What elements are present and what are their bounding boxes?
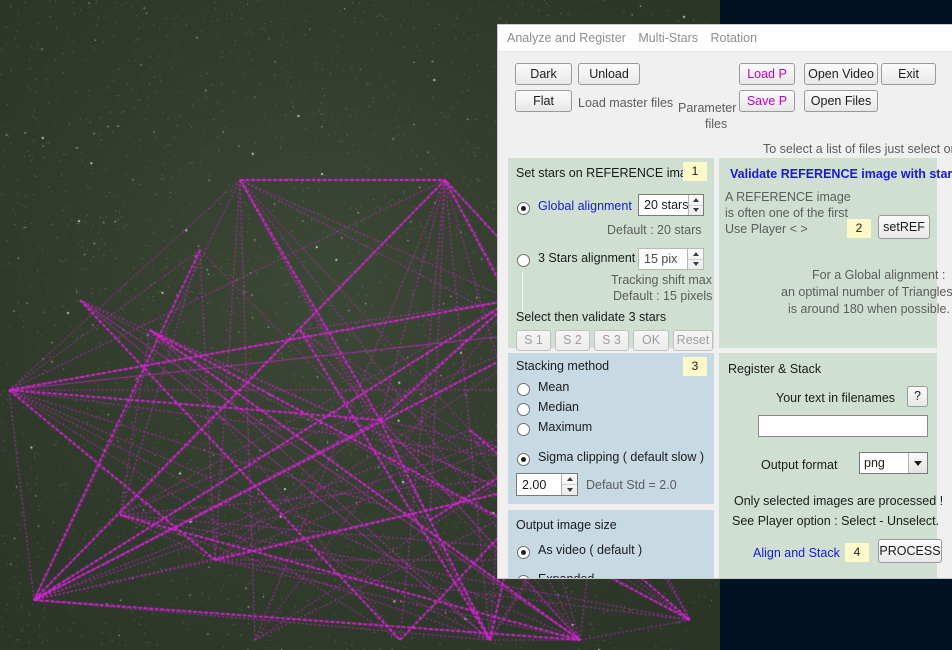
spin-up-icon[interactable] (689, 195, 703, 206)
reference-note-line3: Use Player < > (725, 222, 808, 236)
load-parameters-button[interactable]: Load P (739, 63, 795, 85)
align-and-stack-label[interactable]: Align and Stack (753, 546, 840, 560)
sigma-clipping-label: Sigma clipping ( default slow ) (538, 450, 704, 464)
load-master-files-label: Load master files (578, 96, 673, 110)
spin-down-icon[interactable] (689, 206, 703, 216)
flat-button[interactable]: Flat (515, 90, 572, 112)
register-stack-panel: Register & Stack Your text in filenames … (719, 353, 937, 578)
global-alignment-tip-line2: an optimal number of Triangles (781, 285, 952, 299)
as-video-label: As video ( default ) (538, 543, 642, 557)
stacking-method-title: Stacking method (516, 359, 609, 373)
global-stars-value: 20 stars (639, 198, 688, 212)
tracking-shift-note-line1: Tracking shift max (611, 273, 712, 287)
menu-item-multi-stars[interactable]: Multi-Stars (638, 31, 698, 45)
exit-button[interactable]: Exit (881, 63, 936, 85)
setref-button[interactable]: setREF (878, 215, 930, 239)
parameter-files-label-line2: files (705, 117, 727, 131)
spin-down-icon[interactable] (562, 485, 577, 495)
validate-reference-title[interactable]: Validate REFERENCE image with stars (730, 167, 952, 181)
spin-down-icon[interactable] (688, 260, 703, 270)
step-badge-2: 2 (847, 219, 871, 238)
register-stack-title: Register & Stack (728, 362, 821, 376)
output-format-label: Output format (761, 458, 837, 472)
median-radio[interactable] (517, 403, 530, 416)
select-star-2-button[interactable]: S 2 (555, 330, 590, 351)
global-stars-default-note: Default : 20 stars (607, 223, 702, 237)
menu-item-rotation[interactable]: Rotation (711, 31, 758, 45)
output-image-size-title: Output image size (516, 518, 617, 532)
spin-up-icon[interactable] (688, 249, 703, 260)
global-alignment-tip-line1: For a Global alignment : (812, 268, 945, 282)
process-button[interactable]: PROCESS (878, 539, 942, 563)
step-badge-3: 3 (683, 357, 707, 376)
maximum-label: Maximum (538, 420, 592, 434)
validate-reference-panel: Validate REFERENCE image with stars A RE… (719, 158, 937, 348)
global-alignment-tip-line3: is around 180 when possible. (788, 302, 950, 316)
reset-button[interactable]: Reset (673, 330, 713, 351)
as-video-radio[interactable] (517, 546, 530, 559)
group-indicator-line (522, 272, 523, 312)
parameter-files-label-line1: Parameter (678, 101, 736, 115)
filename-text-label: Your text in filenames (776, 391, 895, 405)
reference-note-line1: A REFERENCE image (725, 190, 851, 204)
spin-up-icon[interactable] (562, 474, 577, 485)
process-note-line1: Only selected images are processed ! (734, 494, 943, 508)
dialog-body: Dark Unload Flat Load master files Param… (498, 51, 952, 578)
reference-note-line2: is often one of the first (725, 206, 848, 220)
stacking-method-panel: Stacking method 3 Mean Median Maximum Si… (508, 353, 714, 504)
set-stars-title: Set stars on REFERENCE image (516, 166, 701, 180)
tracking-shift-stepper[interactable]: 15 pix (638, 248, 704, 270)
open-video-button[interactable]: Open Video (804, 63, 878, 85)
maximum-radio[interactable] (517, 423, 530, 436)
menu-item-analyze-and-register[interactable]: Analyze and Register (507, 31, 626, 45)
sigma-default-note: Defaut Std = 2.0 (586, 478, 677, 492)
sigma-value-stepper[interactable]: 2.00 (516, 473, 578, 496)
unload-button[interactable]: Unload (578, 63, 640, 85)
tracking-shift-value: 15 pix (639, 252, 687, 266)
dark-button[interactable]: Dark (515, 63, 572, 85)
menu-bar: Analyze and Register Multi-Stars Rotatio… (498, 25, 952, 51)
output-format-value: png (860, 456, 908, 470)
median-label: Median (538, 400, 579, 414)
filename-text-input[interactable] (758, 415, 928, 437)
sigma-value: 2.00 (517, 478, 561, 492)
set-stars-panel: Set stars on REFERENCE image 1 Global al… (508, 158, 714, 348)
select-star-1-button[interactable]: S 1 (516, 330, 551, 351)
expanded-label: Expanded (538, 572, 594, 578)
filename-help-button[interactable]: ? (907, 386, 928, 407)
select-files-hint: To select a list of files just select on… (763, 142, 952, 156)
chevron-down-icon[interactable] (908, 453, 927, 473)
output-format-select[interactable]: png (859, 452, 928, 474)
step-badge-4: 4 (845, 543, 869, 562)
output-image-size-panel: Output image size As video ( default ) E… (508, 510, 714, 578)
ok-button[interactable]: OK (633, 330, 669, 351)
tracking-shift-note-line2: Default : 15 pixels (613, 289, 712, 303)
open-files-button[interactable]: Open Files (804, 90, 878, 112)
global-alignment-label: Global alignment (538, 199, 632, 213)
save-parameters-button[interactable]: Save P (739, 90, 795, 112)
global-alignment-radio[interactable] (517, 202, 530, 215)
sigma-spin-buttons[interactable] (561, 474, 577, 495)
three-stars-alignment-radio[interactable] (517, 254, 530, 267)
validate-three-stars-hint: Select then validate 3 stars (516, 310, 666, 324)
global-stars-spin-buttons[interactable] (688, 195, 703, 215)
sigma-clipping-radio[interactable] (517, 453, 530, 466)
analyze-register-dialog: Analyze and Register Multi-Stars Rotatio… (498, 25, 952, 578)
process-note-line2: See Player option : Select - Unselect. (732, 514, 939, 528)
select-star-3-button[interactable]: S 3 (594, 330, 629, 351)
tracking-shift-spin-buttons[interactable] (687, 249, 703, 269)
step-badge-1: 1 (683, 162, 707, 181)
mean-label: Mean (538, 380, 569, 394)
three-stars-alignment-label: 3 Stars alignment (538, 251, 635, 265)
global-stars-stepper[interactable]: 20 stars (638, 194, 704, 216)
mean-radio[interactable] (517, 383, 530, 396)
expanded-radio[interactable] (517, 575, 530, 578)
